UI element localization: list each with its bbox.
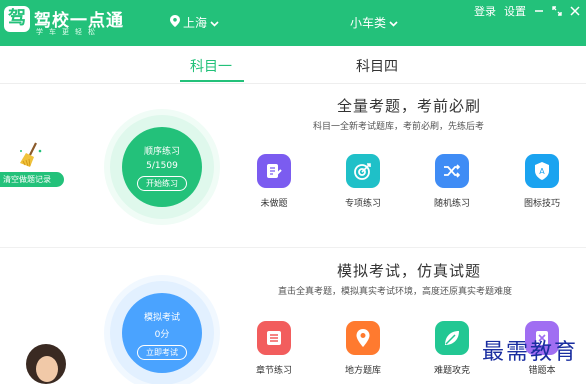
tab-subject-four[interactable]: 科目四 xyxy=(356,56,398,76)
shield-a-icon: A xyxy=(525,154,559,188)
feature-label: 难题攻克 xyxy=(433,366,470,376)
header-bar: 驾 驾校一点通 学车更轻松 上海 小车类 登录 设置 xyxy=(0,0,586,46)
app-window: 驾 驾校一点通 学车更轻松 上海 小车类 登录 设置 科目一 科目四 清空做题记… xyxy=(0,0,586,384)
section-subtitle: 直击全真考题，模拟真实考试环境，高度还原真实考题难度 xyxy=(278,287,513,297)
progress-count: 5/1509 xyxy=(146,161,178,171)
city-label: 上海 xyxy=(183,16,208,30)
edit-doc-icon xyxy=(257,154,291,188)
sequential-practice-circle[interactable]: 顺序练习 5/1509 开始练习 xyxy=(110,115,214,219)
section-subtitle: 科目一全新考试题库，考前必刷，先练后考 xyxy=(313,122,485,132)
topic-practice-button[interactable]: 专项练习 xyxy=(333,154,393,209)
mock-exam-circle[interactable]: 模拟考试 0分 立即考试 xyxy=(110,281,214,384)
hard-questions-button[interactable]: 难题攻克 xyxy=(422,321,482,376)
exam-score: 0分 xyxy=(154,330,170,340)
feature-label: 专项练习 xyxy=(344,199,381,209)
feature-label: 未做题 xyxy=(260,199,288,209)
start-exam-button[interactable]: 立即考试 xyxy=(137,345,187,360)
chevron-down-icon xyxy=(389,16,398,30)
broom-icon xyxy=(18,141,46,173)
feature-label: 随机练习 xyxy=(433,199,470,209)
app-logo: 驾 xyxy=(4,6,30,32)
circle-title: 模拟考试 xyxy=(143,313,180,323)
tab-subject-one[interactable]: 科目一 xyxy=(190,56,232,76)
chapter-practice-button[interactable]: 章节练习 xyxy=(244,321,304,376)
car-type-label: 小车类 xyxy=(350,16,387,30)
header-actions: 登录 设置 xyxy=(474,3,580,19)
svg-text:A: A xyxy=(539,167,545,176)
unanswered-button[interactable]: 未做题 xyxy=(244,154,304,209)
feature-label: 地方题库 xyxy=(344,366,381,376)
brand-slogan: 学车更轻松 xyxy=(36,28,101,36)
car-type-selector[interactable]: 小车类 xyxy=(350,14,398,31)
settings-link[interactable]: 设置 xyxy=(504,3,526,19)
feature-label: 图标技巧 xyxy=(523,199,560,209)
sign-tips-button[interactable]: A 图标技巧 xyxy=(512,154,572,209)
watermark: 最需教育 xyxy=(481,340,578,365)
location-pin-icon xyxy=(346,321,380,355)
feature-label: 章节练习 xyxy=(255,366,292,376)
login-link[interactable]: 登录 xyxy=(474,3,496,19)
location-icon xyxy=(170,15,180,30)
start-practice-button[interactable]: 开始练习 xyxy=(137,176,187,191)
mock-exam-section: 模拟考试 0分 立即考试 模拟考试，仿真试题 直击全真考题，模拟真实考试环境，高… xyxy=(0,248,586,384)
active-tab-indicator xyxy=(180,80,244,82)
city-selector[interactable]: 上海 xyxy=(170,14,219,31)
subject-tabs: 科目一 科目四 xyxy=(0,46,586,84)
target-icon xyxy=(346,154,380,188)
chevron-down-icon xyxy=(210,16,219,30)
shuffle-icon xyxy=(435,154,469,188)
local-question-bank-button[interactable]: 地方题库 xyxy=(333,321,393,376)
section-title: 模拟考试，仿真试题 xyxy=(337,262,482,280)
minimize-icon[interactable] xyxy=(534,6,544,16)
circle-title: 顺序练习 xyxy=(143,147,180,157)
leaf-icon xyxy=(435,321,469,355)
assistant-avatar[interactable] xyxy=(26,344,66,384)
list-icon xyxy=(257,321,291,355)
section-title: 全量考题，考前必刷 xyxy=(337,97,482,115)
practice-section: 清空做题记录 顺序练习 5/1509 开始练习 全量考题，考前必刷 科目一全新考… xyxy=(0,85,586,247)
close-icon[interactable] xyxy=(570,6,580,16)
clear-records-button[interactable]: 清空做题记录 xyxy=(0,172,64,187)
restore-icon[interactable] xyxy=(552,6,562,16)
random-practice-button[interactable]: 随机练习 xyxy=(422,154,482,209)
